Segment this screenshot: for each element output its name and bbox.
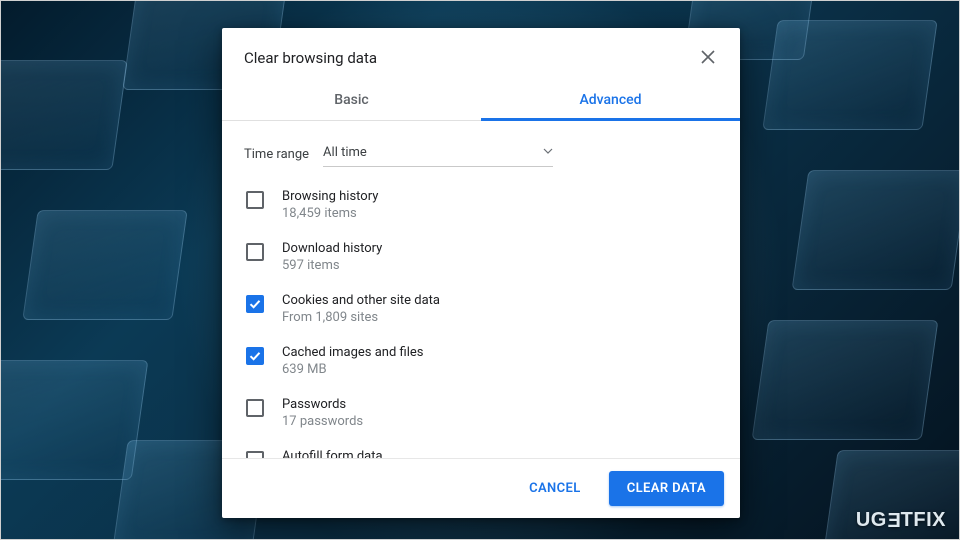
option-label: Browsing history xyxy=(282,189,378,204)
cancel-button[interactable]: CANCEL xyxy=(511,471,599,506)
option-row: Passwords 17 passwords xyxy=(244,387,718,439)
checkbox[interactable] xyxy=(246,399,264,417)
dialog-title: Clear browsing data xyxy=(244,49,694,67)
option-text: Cookies and other site data From 1,809 si… xyxy=(282,293,440,325)
option-row: Browsing history 18,459 items xyxy=(244,179,718,231)
options-list: Browsing history 18,459 items Download his… xyxy=(244,179,718,458)
dialog-header: Clear browsing data xyxy=(222,28,740,82)
option-sublabel: 18,459 items xyxy=(282,206,378,221)
clear-data-button[interactable]: CLEAR DATA xyxy=(609,471,724,506)
chevron-down-icon xyxy=(543,145,553,160)
option-label: Download history xyxy=(282,241,382,256)
checkbox[interactable] xyxy=(246,243,264,261)
tab-advanced[interactable]: Advanced xyxy=(481,82,740,120)
watermark: UGETFIX xyxy=(856,509,946,532)
reversed-e-icon: E xyxy=(887,510,901,533)
option-sublabel: 597 items xyxy=(282,258,382,273)
checkbox[interactable] xyxy=(246,191,264,209)
close-button[interactable] xyxy=(694,44,722,72)
option-label: Cookies and other site data xyxy=(282,293,440,308)
option-sublabel: 17 passwords xyxy=(282,414,363,429)
option-text: Cached images and files 639 MB xyxy=(282,345,423,377)
option-text: Passwords 17 passwords xyxy=(282,397,363,429)
checkbox[interactable] xyxy=(246,347,264,365)
option-sublabel: 639 MB xyxy=(282,362,423,377)
option-row: Download history 597 items xyxy=(244,231,718,283)
time-range-row: Time range All time xyxy=(244,141,718,167)
checkbox[interactable] xyxy=(246,295,264,313)
clear-browsing-data-dialog: Clear browsing data Basic Advanced Time … xyxy=(222,28,740,518)
option-row: Cached images and files 639 MB xyxy=(244,335,718,387)
option-sublabel: From 1,809 sites xyxy=(282,310,440,325)
option-label: Cached images and files xyxy=(282,345,423,360)
checkbox[interactable] xyxy=(246,451,264,458)
option-text: Browsing history 18,459 items xyxy=(282,189,378,221)
time-range-value: All time xyxy=(323,145,367,160)
option-row: Cookies and other site data From 1,809 si… xyxy=(244,283,718,335)
option-label: Autofill form data xyxy=(282,449,383,458)
tabs: Basic Advanced xyxy=(222,82,740,121)
background: Clear browsing data Basic Advanced Time … xyxy=(0,0,960,540)
dialog-footer: CANCEL CLEAR DATA xyxy=(222,458,740,518)
close-icon xyxy=(701,49,715,68)
time-range-select[interactable]: All time xyxy=(323,141,553,167)
option-row: Autofill form data xyxy=(244,439,718,458)
dialog-body: Time range All time Browsing history 18,4… xyxy=(222,121,740,458)
option-text: Download history 597 items xyxy=(282,241,382,273)
tab-basic[interactable]: Basic xyxy=(222,82,481,120)
option-label: Passwords xyxy=(282,397,363,412)
option-text: Autofill form data xyxy=(282,449,383,458)
time-range-label: Time range xyxy=(244,147,309,162)
